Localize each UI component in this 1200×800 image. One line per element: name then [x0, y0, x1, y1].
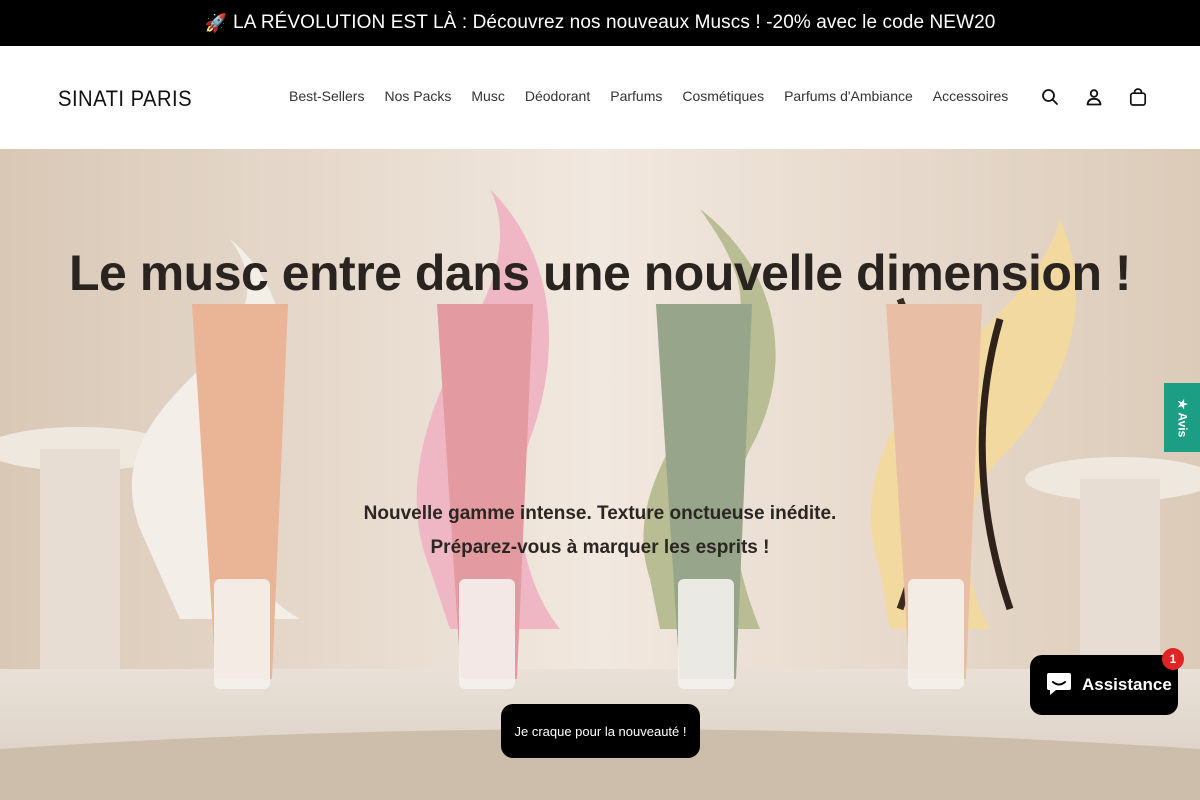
chat-notification-badge: 1: [1162, 648, 1184, 670]
main-nav: Best-Sellers Nos Packs Musc Déodorant Pa…: [279, 86, 1018, 106]
hero-title: Le musc entre dans une nouvelle dimensio…: [68, 245, 1132, 301]
nav-item-nos-packs[interactable]: Nos Packs: [374, 86, 461, 106]
announcement-bar[interactable]: 🚀 LA RÉVOLUTION EST LÀ : Découvrez nos n…: [0, 0, 1200, 46]
nav-item-best-sellers[interactable]: Best-Sellers: [279, 86, 374, 106]
cart-icon[interactable]: [1128, 86, 1148, 108]
nav-item-deodorant[interactable]: Déodorant: [515, 86, 600, 106]
announcement-text: LA RÉVOLUTION EST LÀ : Découvrez nos nou…: [233, 12, 996, 33]
logo[interactable]: SINATI PARIS: [58, 86, 192, 112]
site-header: SINATI PARIS Best-Sellers Nos Packs Musc…: [0, 46, 1200, 149]
hero-cta-button[interactable]: Je craque pour la nouveauté !: [501, 704, 700, 758]
nav-item-parfums-ambiance[interactable]: Parfums d'Ambiance: [774, 86, 923, 106]
hero-subtitle-line-2: Préparez-vous à marquer les esprits !: [430, 537, 770, 558]
account-icon[interactable]: [1084, 86, 1104, 108]
chat-icon: [1044, 668, 1074, 703]
nav-item-parfums[interactable]: Parfums: [600, 86, 672, 106]
nav-item-musc[interactable]: Musc: [461, 86, 514, 106]
header-icons: [1040, 86, 1148, 108]
reviews-tab[interactable]: ★ Avis: [1164, 383, 1200, 452]
nav-item-accessoires[interactable]: Accessoires: [923, 86, 1018, 106]
nav-item-cosmetiques[interactable]: Cosmétiques: [672, 86, 774, 106]
chat-label: Assistance: [1082, 675, 1172, 694]
hero-banner: Le musc entre dans une nouvelle dimensio…: [0, 149, 1200, 800]
hero-subtitle-line-1: Nouvelle gamme intense. Texture onctueus…: [363, 503, 837, 524]
reviews-tab-label: ★ Avis: [1175, 398, 1189, 437]
hero-subtitle: Nouvelle gamme intense. Texture onctueus…: [0, 497, 1200, 565]
chat-button[interactable]: Assistance: [1030, 655, 1178, 715]
rocket-icon: 🚀: [204, 12, 228, 33]
search-icon[interactable]: [1040, 86, 1060, 108]
